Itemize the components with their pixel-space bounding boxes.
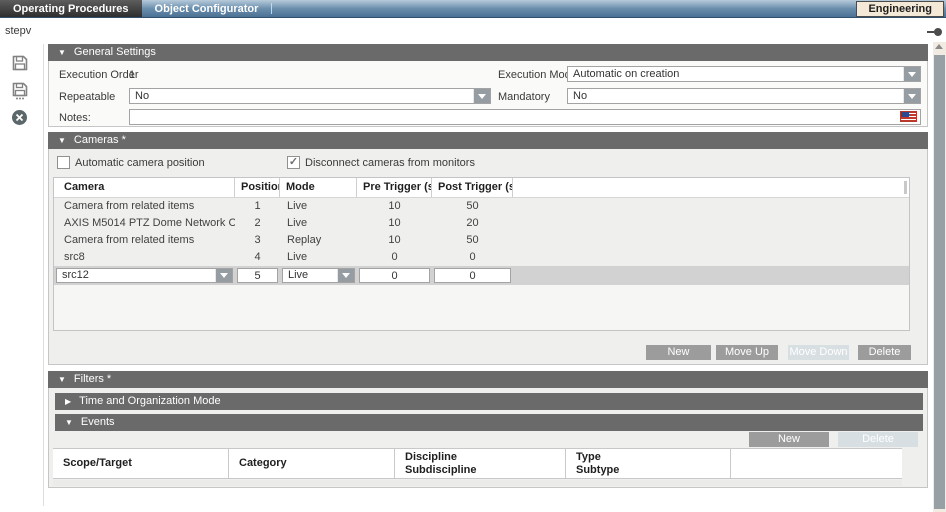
repeatable-label: Repeatable (59, 91, 115, 103)
execution-order-label: Execution Order (59, 69, 138, 81)
mandatory-select[interactable]: No (567, 88, 921, 104)
delete-camera-button[interactable]: Delete (858, 345, 911, 360)
section-header-events[interactable]: ▼Events (55, 414, 923, 431)
collapse-icon: ▼ (58, 132, 66, 149)
tab-operating-procedures[interactable]: Operating Procedures (0, 0, 142, 17)
camera-edit-row[interactable]: src12 Live (54, 266, 909, 285)
new-event-button[interactable]: New (749, 432, 829, 447)
table-row[interactable]: AXIS M5014 PTZ Dome Network Camera 2 Liv… (54, 215, 909, 232)
notes-input[interactable] (129, 109, 921, 125)
cameras-table-header: Camera Position Mode Pre Trigger (s) Pos… (54, 178, 909, 198)
column-header-type[interactable]: Type Subtype (566, 449, 731, 478)
expand-icon: ▶ (65, 393, 71, 410)
column-header-post-trigger[interactable]: Post Trigger (s) (432, 178, 513, 197)
section-header-filters[interactable]: ▼Filters * (48, 371, 928, 388)
move-down-button: Move Down (788, 345, 849, 360)
position-input[interactable] (237, 268, 278, 283)
events-table-header: Scope/Target Category Discipline Subdisc… (53, 449, 902, 478)
mode-select[interactable]: Live (282, 268, 355, 283)
new-camera-button[interactable]: New (646, 345, 711, 360)
us-flag-icon[interactable] (900, 111, 917, 122)
chevron-down-icon[interactable] (473, 89, 490, 103)
general-settings-panel: Execution Order 1 Execution Mode Automat… (48, 61, 928, 127)
move-up-button[interactable]: Move Up (716, 345, 778, 360)
scroll-up-icon[interactable] (935, 44, 943, 49)
table-row[interactable]: Camera from related items 3 Replay 10 50 (54, 232, 909, 249)
save-icon[interactable] (11, 54, 29, 72)
table-row[interactable]: src8 4 Live 0 0 (54, 249, 909, 266)
mandatory-label: Mandatory (498, 91, 550, 103)
page-title: stepv (5, 25, 31, 37)
column-header-filler (513, 178, 909, 197)
section-header-general-settings[interactable]: ▼General Settings (48, 44, 928, 61)
chevron-down-icon[interactable] (903, 89, 920, 103)
engineering-mode-badge[interactable]: Engineering (856, 1, 944, 17)
auto-camera-position-checkbox[interactable] (57, 156, 70, 169)
pin-icon[interactable] (927, 28, 942, 36)
delete-event-button: Delete (838, 432, 918, 447)
column-header-discipline[interactable]: Discipline Subdiscipline (395, 449, 566, 478)
events-table: Scope/Target Category Discipline Subdisc… (53, 448, 902, 479)
table-scrollbar[interactable] (904, 181, 907, 194)
collapse-icon: ▼ (65, 414, 73, 431)
column-header-mode[interactable]: Mode (280, 178, 357, 197)
tab-separator (271, 3, 272, 14)
column-header-category[interactable]: Category (229, 449, 395, 478)
vertical-scrollbar[interactable] (933, 42, 946, 512)
column-header-camera[interactable]: Camera (54, 178, 235, 197)
column-header-filler (731, 449, 902, 478)
column-header-scope-target[interactable]: Scope/Target (53, 449, 229, 478)
pre-trigger-input[interactable] (359, 268, 430, 283)
cameras-panel: Automatic camera position Disconnect cam… (48, 149, 928, 365)
column-header-pre-trigger[interactable]: Pre Trigger (s) (357, 178, 432, 197)
tab-object-configurator[interactable]: Object Configurator (142, 0, 272, 17)
disconnect-cameras-label: Disconnect cameras from monitors (305, 157, 475, 169)
chevron-down-icon[interactable] (337, 269, 354, 282)
chevron-down-icon[interactable] (903, 67, 920, 81)
execution-mode-select[interactable]: Automatic on creation (567, 66, 921, 82)
section-header-time-org-mode[interactable]: ▶Time and Organization Mode (55, 393, 923, 410)
camera-select[interactable]: src12 (56, 268, 233, 283)
cameras-table: Camera Position Mode Pre Trigger (s) Pos… (53, 177, 910, 331)
execution-mode-label: Execution Mode (498, 69, 577, 81)
table-row[interactable]: Camera from related items 1 Live 10 50 (54, 198, 909, 215)
post-trigger-input[interactable] (434, 268, 511, 283)
auto-camera-position-label: Automatic camera position (75, 157, 205, 169)
section-header-cameras[interactable]: ▼Cameras * (48, 132, 928, 149)
operating-procedures-window: Operating Procedures Object Configurator… (0, 0, 946, 512)
filters-panel: ▶Time and Organization Mode ▼Events New … (48, 388, 928, 488)
execution-order-value: 1 (129, 69, 135, 81)
toolbar-divider (43, 44, 44, 506)
disconnect-cameras-checkbox[interactable] (287, 156, 300, 169)
notes-label: Notes: (59, 112, 91, 124)
save-as-icon[interactable] (11, 82, 29, 100)
events-table-body (53, 480, 902, 486)
tab-bar: Operating Procedures Object Configurator (0, 0, 946, 18)
column-header-position[interactable]: Position (235, 178, 280, 197)
repeatable-select[interactable]: No (129, 88, 491, 104)
collapse-icon: ▼ (58, 44, 66, 61)
collapse-icon: ▼ (58, 371, 66, 388)
chevron-down-icon[interactable] (215, 269, 232, 282)
scrollbar-thumb[interactable] (934, 55, 945, 509)
discard-icon[interactable] (11, 109, 29, 127)
